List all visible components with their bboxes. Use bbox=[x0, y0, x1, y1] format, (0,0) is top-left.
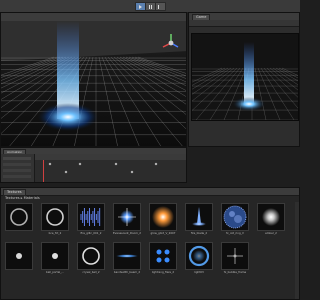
texture-label: ember_2 bbox=[265, 231, 277, 235]
scene-view[interactable] bbox=[0, 12, 187, 147]
keyframe-track[interactable] bbox=[35, 160, 186, 182]
texture-label: Evanescent_Doom_2 bbox=[113, 231, 141, 235]
keyframe[interactable] bbox=[114, 162, 118, 166]
texture-thumbnail[interactable] bbox=[5, 203, 33, 231]
textures-panel[interactable]: Textures Textures ▸ Materials bce_fct_2f… bbox=[0, 187, 300, 300]
texture-thumbnail[interactable] bbox=[41, 242, 69, 270]
texture-thumbnail[interactable] bbox=[113, 203, 141, 231]
scrollbar[interactable] bbox=[295, 202, 299, 299]
texture-label: fire_glitc_001_2 bbox=[80, 231, 102, 235]
keyframe[interactable] bbox=[130, 170, 134, 174]
game-display[interactable] bbox=[191, 33, 299, 121]
keyframe[interactable] bbox=[48, 162, 52, 166]
scene-canvas[interactable] bbox=[1, 21, 187, 147]
texture-item[interactable]: glow_glint_V_2007 bbox=[149, 203, 178, 235]
property-row[interactable] bbox=[3, 175, 31, 178]
texture-label: ball_portal_... bbox=[46, 270, 64, 274]
texture-item[interactable]: fire_glitc_001_2 bbox=[77, 203, 106, 235]
pause-icon bbox=[148, 4, 150, 9]
breadcrumb: Textures ▸ Materials bbox=[5, 196, 40, 200]
step-button[interactable] bbox=[155, 2, 166, 11]
texture-label bbox=[256, 270, 286, 274]
texture-thumbnail[interactable] bbox=[185, 242, 213, 270]
texture-thumbnail[interactable] bbox=[221, 203, 249, 231]
texture-item[interactable]: light03 bbox=[185, 242, 214, 274]
texture-label: fx_bubble_frame bbox=[223, 270, 247, 274]
animation-window[interactable]: Animation bbox=[0, 147, 187, 183]
texture-thumbnail[interactable] bbox=[257, 242, 285, 270]
texture-item[interactable]: lightning_flare_2 bbox=[149, 242, 178, 274]
texture-item[interactable]: bandwidth_beam_2 bbox=[113, 242, 142, 274]
texture-thumbnail[interactable] bbox=[149, 203, 177, 231]
texture-thumbnail[interactable] bbox=[77, 242, 105, 270]
game-toolbar bbox=[189, 20, 299, 27]
texture-thumbnail[interactable] bbox=[5, 242, 33, 270]
keyframe[interactable] bbox=[154, 162, 158, 166]
particle-glow bbox=[38, 103, 98, 131]
step-icon bbox=[158, 4, 163, 9]
play-icon bbox=[139, 4, 142, 9]
animation-properties-panel[interactable] bbox=[1, 154, 35, 182]
texture-item[interactable]: bce_fct_2 bbox=[41, 203, 70, 235]
texture-label: fire_blade_2 bbox=[190, 231, 208, 235]
texture-thumbnail[interactable] bbox=[41, 203, 69, 231]
texture-item[interactable]: ember_2 bbox=[257, 203, 286, 235]
texture-thumbnail[interactable] bbox=[113, 242, 141, 270]
texture-item[interactable]: crysal_ball_2 bbox=[77, 242, 106, 274]
property-row[interactable] bbox=[3, 169, 31, 172]
texture-thumbnail[interactable] bbox=[77, 203, 105, 231]
texture-item[interactable]: fx_old_ring_V bbox=[221, 203, 250, 235]
textures-tabbar: Textures bbox=[1, 188, 299, 196]
texture-item[interactable] bbox=[5, 203, 34, 235]
texture-item[interactable]: fx_bubble_frame bbox=[221, 242, 250, 274]
texture-label bbox=[4, 231, 34, 235]
texture-item[interactable]: ball_portal_... bbox=[41, 242, 70, 274]
texture-item[interactable]: fire_blade_2 bbox=[185, 203, 214, 235]
texture-label: fx_old_ring_V bbox=[226, 231, 244, 235]
property-row[interactable] bbox=[3, 157, 31, 160]
texture-item[interactable]: Evanescent_Doom_2 bbox=[113, 203, 142, 235]
texture-grid: bce_fct_2 fire_glitc_001_2 Evanescent_Doom… bbox=[1, 203, 295, 299]
texture-thumbnail[interactable] bbox=[185, 203, 213, 231]
game-view[interactable]: Game bbox=[188, 12, 300, 147]
tab-textures[interactable]: Textures bbox=[3, 189, 26, 196]
texture-thumbnail[interactable] bbox=[257, 203, 285, 231]
texture-item[interactable] bbox=[257, 242, 286, 274]
texture-item[interactable] bbox=[5, 242, 34, 274]
texture-label: glow_glint_V_2007 bbox=[150, 231, 176, 235]
texture-label: bce_fct_2 bbox=[48, 231, 62, 235]
playhead[interactable] bbox=[43, 160, 44, 182]
game-canvas bbox=[192, 34, 298, 120]
texture-thumbnail[interactable] bbox=[149, 242, 177, 270]
texture-label: light03 bbox=[194, 270, 204, 274]
texture-label: lightning_flare_2 bbox=[151, 270, 175, 274]
keyframe[interactable] bbox=[64, 170, 68, 174]
texture-label bbox=[4, 270, 34, 274]
property-row[interactable] bbox=[3, 163, 31, 166]
keyframe[interactable] bbox=[78, 162, 82, 166]
texture-label: crysal_ball_2 bbox=[82, 270, 100, 274]
texture-label: bandwidth_beam_2 bbox=[113, 270, 141, 274]
texture-thumbnail[interactable] bbox=[221, 242, 249, 270]
